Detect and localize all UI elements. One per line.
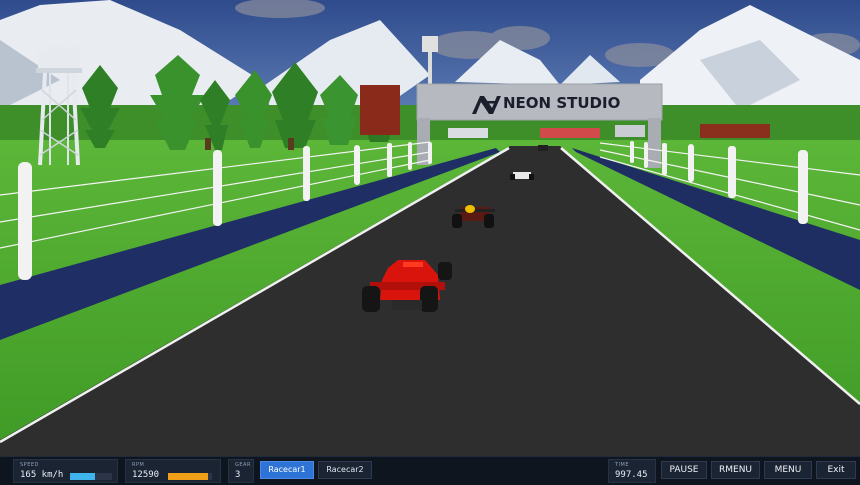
hud-bar: SPEED 165 km/h RPM 12590 GEAR 3 Racecar1… <box>0 456 860 485</box>
rpm-gauge <box>168 473 212 480</box>
race-scene: NEON STUDIO <box>0 0 860 456</box>
gear-panel: GEAR 3 <box>228 459 254 483</box>
time-value: 997.45 <box>615 470 648 480</box>
rpm-caption: RPM <box>132 462 145 468</box>
rpm-panel: RPM 12590 <box>125 459 221 483</box>
rpm-value: 12590 <box>132 470 160 480</box>
arch-banner-text: NEON STUDIO <box>503 94 620 112</box>
menu-button[interactable]: MENU <box>764 461 812 479</box>
exit-button[interactable]: Exit <box>816 461 856 479</box>
time-caption: TIME <box>615 462 630 468</box>
time-panel: TIME 997.45 <box>608 459 656 483</box>
gear-value: 3 <box>235 470 241 480</box>
speed-gauge <box>70 473 112 480</box>
speed-panel: SPEED 165 km/h <box>13 459 118 483</box>
car-tab-racecar1[interactable]: Racecar1 <box>260 461 314 479</box>
gear-caption: GEAR <box>235 462 251 468</box>
rpm-gauge-fill <box>168 473 208 480</box>
car-tab-racecar2[interactable]: Racecar2 <box>318 461 372 479</box>
speed-caption: SPEED <box>20 462 39 468</box>
speed-gauge-fill <box>70 473 96 480</box>
speed-value: 165 km/h <box>20 470 64 480</box>
pause-button[interactable]: PAUSE <box>661 461 707 479</box>
rmenu-button[interactable]: RMENU <box>711 461 760 479</box>
